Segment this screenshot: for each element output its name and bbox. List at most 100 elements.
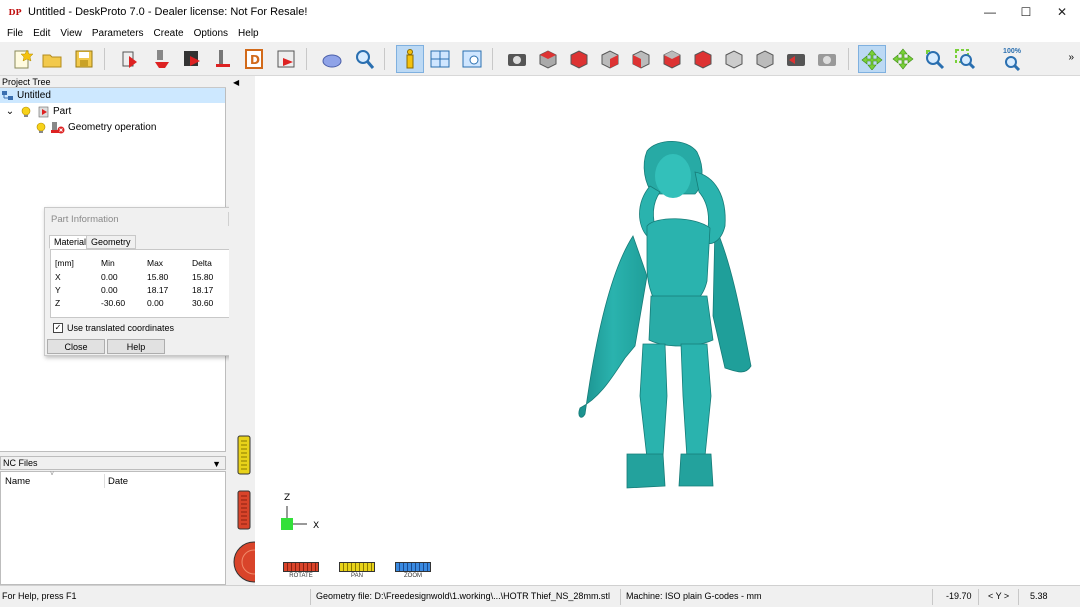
rotate-pad[interactable]: ROTATE (283, 562, 319, 579)
menu-view[interactable]: View (55, 28, 87, 39)
row-x-delta: 15.80 (192, 272, 214, 282)
3d-viewport[interactable]: Z X (255, 76, 1080, 555)
lightbulb-icon[interactable] (19, 105, 33, 119)
close-button[interactable]: ✕ (1044, 0, 1080, 24)
toolbar-separator (306, 48, 307, 70)
view-default-button[interactable] (751, 45, 779, 73)
pan-pad-bar[interactable] (339, 562, 375, 572)
status-coordinate-axis[interactable]: < Y > (988, 591, 1009, 601)
info-button[interactable] (396, 45, 424, 73)
zoom-tool-button[interactable] (350, 45, 378, 73)
zoom-window-button[interactable] (951, 45, 979, 73)
menu-parameters[interactable]: Parameters (87, 28, 149, 39)
view-back-button[interactable] (596, 45, 624, 73)
project-icon (0, 89, 14, 103)
toolbar-separator (384, 48, 385, 70)
dialog-title: Part Information (51, 214, 119, 225)
tab-geometry[interactable]: Geometry (86, 235, 136, 249)
row-y-max: 18.17 (147, 285, 169, 295)
column-divider[interactable] (104, 474, 105, 488)
checkmark-icon[interactable]: ✓ (53, 323, 63, 333)
table-header-unit: [mm] (55, 258, 74, 268)
column-header-date[interactable]: Date (108, 476, 128, 487)
rotate-slider-icon[interactable] (237, 490, 251, 530)
pan-slider-icon[interactable] (237, 435, 251, 475)
menu-options[interactable]: Options (189, 28, 233, 39)
zoom-in-button[interactable] (920, 45, 948, 73)
menu-create[interactable]: Create (149, 28, 189, 39)
cutter-button[interactable] (208, 45, 236, 73)
zoom-pad[interactable]: ZOOM (395, 562, 431, 579)
next-view-button[interactable] (813, 45, 841, 73)
table-header-min: Min (101, 258, 115, 268)
axis-triad (281, 506, 307, 530)
row-y-min: 0.00 (101, 285, 118, 295)
chevron-down-icon[interactable]: ⌄ (4, 105, 16, 119)
collapse-panel-icon[interactable]: ◀ (233, 78, 239, 87)
dropdown-arrow-icon[interactable]: ▼ (212, 458, 221, 470)
camera-view-button[interactable] (503, 45, 531, 73)
zoom-100-label: 100% (1003, 47, 1021, 55)
figurine-model[interactable] (578, 140, 752, 489)
operation-parameters-button[interactable] (148, 45, 176, 73)
view-right-button[interactable] (658, 45, 686, 73)
cube-back-icon (601, 50, 619, 69)
close-button[interactable]: Close (47, 339, 105, 354)
preview-window-button[interactable] (458, 45, 486, 73)
part-parameters-button[interactable] (116, 45, 144, 73)
create-nc-button[interactable]: D (240, 45, 268, 73)
app-logo-icon[interactable]: DP (8, 5, 22, 19)
toolbar-overflow-button[interactable]: » (1068, 52, 1074, 63)
minimize-button[interactable]: — (972, 0, 1008, 24)
zoom-pad-bar[interactable] (395, 562, 431, 572)
menu-help[interactable]: Help (233, 28, 264, 39)
tree-item-part[interactable]: ⌄ Part (4, 104, 71, 119)
new-file-icon (14, 49, 33, 69)
new-project-button[interactable] (8, 45, 36, 73)
lightbulb-icon[interactable] (34, 121, 48, 135)
zoom-window-icon (955, 49, 976, 70)
status-coordinate-second: 5.38 (1030, 591, 1048, 601)
camera-back-icon (787, 54, 805, 66)
translated-coordinates-checkbox[interactable]: ✓ Use translated coordinates (53, 323, 174, 333)
nc-files-list[interactable]: Name ˅ Date (0, 471, 226, 585)
row-x-max: 15.80 (147, 272, 169, 282)
save-button[interactable] (70, 45, 98, 73)
previous-view-button[interactable] (782, 45, 810, 73)
info-icon (406, 49, 414, 69)
status-divider (310, 589, 311, 605)
rotate-pad-bar[interactable] (283, 562, 319, 572)
tab-material[interactable]: Material (49, 235, 92, 249)
export-button[interactable] (272, 45, 300, 73)
camera-icon (508, 54, 526, 66)
table-header-max: Max (147, 258, 164, 268)
help-button[interactable]: Help (107, 339, 165, 354)
zoom-100-button[interactable]: 100% (998, 45, 1026, 73)
view-bottom-button[interactable] (720, 45, 748, 73)
rotate-tool-button[interactable] (858, 45, 886, 73)
column-header-name[interactable]: Name (5, 476, 30, 487)
menu-file[interactable]: File (2, 28, 28, 39)
checkbox-label: Use translated coordinates (67, 323, 175, 333)
nc-files-header[interactable]: NC Files ▼ (0, 456, 226, 470)
tree-item-project[interactable]: Untitled (0, 88, 225, 103)
machine-icon (184, 51, 200, 66)
pan-pad[interactable]: PAN (339, 562, 375, 579)
open-button[interactable] (38, 45, 66, 73)
view-iso-button[interactable] (534, 45, 562, 73)
axis-x-label: X (313, 521, 319, 531)
pan-tool-button[interactable] (889, 45, 917, 73)
view-top-button[interactable] (689, 45, 717, 73)
machine-parameters-button[interactable] (178, 45, 206, 73)
tree-item-label: Part (53, 106, 72, 117)
menu-edit[interactable]: Edit (28, 28, 55, 39)
view-front-button[interactable] (565, 45, 593, 73)
simulation-button[interactable] (318, 45, 346, 73)
export-icon (277, 50, 295, 68)
layout-button[interactable] (426, 45, 454, 73)
view-control-pads: ROTATE PAN ZOOM (255, 555, 1080, 585)
maximize-button[interactable]: ☐ (1008, 0, 1044, 24)
view-left-button[interactable] (627, 45, 655, 73)
model-canvas[interactable]: Z X (255, 76, 1080, 555)
tree-item-geometry-operation[interactable]: Geometry operation (34, 120, 156, 135)
